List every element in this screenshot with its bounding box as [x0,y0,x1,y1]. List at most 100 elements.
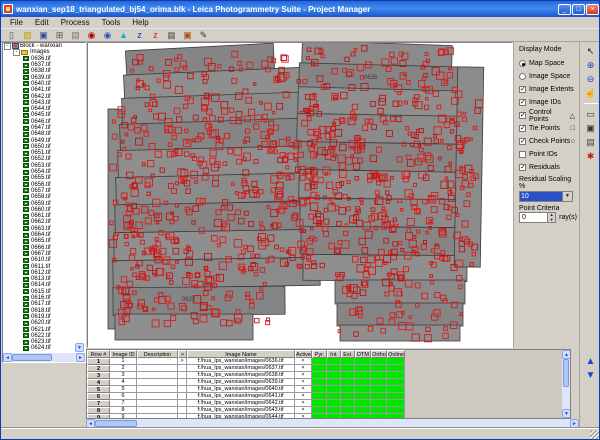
cell-imagename[interactable]: f:/hua_lps_wanxian/images/0638.tif [187,372,295,379]
cell-dtm[interactable] [355,414,371,418]
cell-row#[interactable]: 1 [87,358,110,365]
cell-int[interactable] [327,379,341,386]
table-row[interactable]: 11>f:/hua_lps_wanxian/images/0636.tif× [87,358,562,365]
cell-dtm[interactable] [355,372,371,379]
image-table[interactable]: Row #Image IDDescription>Image NameActiv… [87,350,562,418]
cell-int[interactable] [327,414,341,418]
cell-ortho[interactable] [371,358,387,365]
spinner-down-icon[interactable]: ▼ [548,218,555,223]
column-header-imagename[interactable]: Image Name [187,350,295,358]
cell-dtm[interactable] [355,407,371,414]
triangulation-icon[interactable]: ▲ [117,29,130,41]
table-row[interactable]: 22f:/hua_lps_wanxian/images/0637.tif× [87,365,562,372]
cell-online[interactable] [387,414,405,418]
cell-pyr[interactable] [312,372,327,379]
checkbox-icon[interactable]: ✓ [519,86,526,93]
scroll-left-icon[interactable]: ◄ [86,419,95,428]
menu-help[interactable]: Help [126,18,154,27]
table-vscroll-track[interactable] [562,387,570,409]
cell-[interactable] [178,379,187,386]
column-header-imageid[interactable]: Image ID [110,350,137,358]
block-tree-panel[interactable]: -Block - wanxian-Images0636.tif0637.tif0… [2,42,86,363]
cell-active[interactable]: × [295,414,312,418]
map-view[interactable]: 06350622 [87,42,513,348]
cell-row#[interactable]: 7 [87,400,110,407]
save-block-icon[interactable]: ▣ [37,29,50,41]
cell-imagename[interactable]: f:/hua_lps_wanxian/images/0641.tif [187,393,295,400]
cell-description[interactable] [137,393,178,400]
cell-int[interactable] [327,393,341,400]
cell-ortho[interactable] [371,365,387,372]
cell-pyr[interactable] [312,414,327,418]
table-row[interactable]: 33f:/hua_lps_wanxian/images/0638.tif× [87,372,562,379]
column-header-dtm[interactable]: DTM [355,350,371,358]
cell-ortho[interactable] [371,393,387,400]
cell-[interactable]: > [178,358,187,365]
resize-grip[interactable] [590,430,599,439]
cell-pyr[interactable] [312,379,327,386]
row-down-icon[interactable]: ▼ [586,371,596,381]
cell-pyr[interactable] [312,407,327,414]
cell-ext[interactable] [341,407,355,414]
chevron-down-icon[interactable]: ▼ [562,192,572,201]
image-viewer-icon[interactable]: ▣ [181,29,194,41]
cell-ext[interactable] [341,379,355,386]
table-horizontal-scrollbar[interactable]: ◄ ► [86,419,579,428]
pyramid-icon[interactable]: ◉ [85,29,98,41]
select-arrow-icon[interactable]: ↖ [583,44,598,58]
cell-row#[interactable]: 9 [87,414,110,418]
checkbox-residuals[interactable]: ✓Residuals [519,161,577,174]
update-icon[interactable]: ✱ [583,149,598,163]
cell-ext[interactable] [341,400,355,407]
open-block-icon[interactable]: ▨ [21,29,34,41]
cell-ext[interactable] [341,393,355,400]
cell-row#[interactable]: 4 [87,379,110,386]
cell-[interactable] [178,414,187,418]
cell-description[interactable] [137,400,178,407]
cell-imageid[interactable]: 4 [110,379,137,386]
table-row[interactable]: 77f:/hua_lps_wanxian/images/0642.tif× [87,400,562,407]
column-header-online[interactable]: Online [387,350,405,358]
cell-active[interactable]: × [295,393,312,400]
cell-row#[interactable]: 3 [87,372,110,379]
cell-ortho[interactable] [371,400,387,407]
cell-[interactable] [178,393,187,400]
maximize-button[interactable]: □ [572,4,585,15]
cell-[interactable] [178,372,187,379]
cell-ext[interactable] [341,414,355,418]
tree-horizontal-scrollbar[interactable]: ◄► [3,353,85,362]
cell-row#[interactable]: 8 [87,407,110,414]
viewer-pair-icon[interactable]: ▦ [165,29,178,41]
cell-active[interactable]: × [295,379,312,386]
save-view-icon[interactable]: ▣ [583,121,598,135]
cell-int[interactable] [327,372,341,379]
cell-int[interactable] [327,407,341,414]
cell-imageid[interactable]: 2 [110,365,137,372]
cell-[interactable] [178,407,187,414]
cell-imagename[interactable]: f:/hua_lps_wanxian/images/0640.tif [187,386,295,393]
cell-imagename[interactable]: f:/hua_lps_wanxian/images/0642.tif [187,400,295,407]
cell-active[interactable]: × [295,386,312,393]
cell-ext[interactable] [341,372,355,379]
cell-ext[interactable] [341,386,355,393]
cell-online[interactable] [387,400,405,407]
cell-imageid[interactable]: 5 [110,386,137,393]
scroll-left-icon[interactable]: ◄ [3,353,12,362]
cell-row#[interactable]: 6 [87,393,110,400]
cell-active[interactable]: × [295,372,312,379]
checkbox-control-points[interactable]: ✓Control Points△ [519,109,577,122]
cell-online[interactable] [387,358,405,365]
radio-icon[interactable] [519,60,526,67]
table-row[interactable]: 44f:/hua_lps_wanxian/images/0639.tif× [87,379,562,386]
cell-imageid[interactable]: 7 [110,400,137,407]
cell-imagename[interactable]: f:/hua_lps_wanxian/images/0644.tif [187,414,295,418]
cell-int[interactable] [327,386,341,393]
scroll-right-icon[interactable]: ► [76,353,85,362]
close-button[interactable]: × [586,4,599,15]
cell-active[interactable]: × [295,365,312,372]
cell-pyr[interactable] [312,400,327,407]
cell-online[interactable] [387,393,405,400]
scroll-down-icon[interactable]: ▼ [562,409,571,418]
cell-description[interactable] [137,365,178,372]
cell-[interactable] [178,365,187,372]
